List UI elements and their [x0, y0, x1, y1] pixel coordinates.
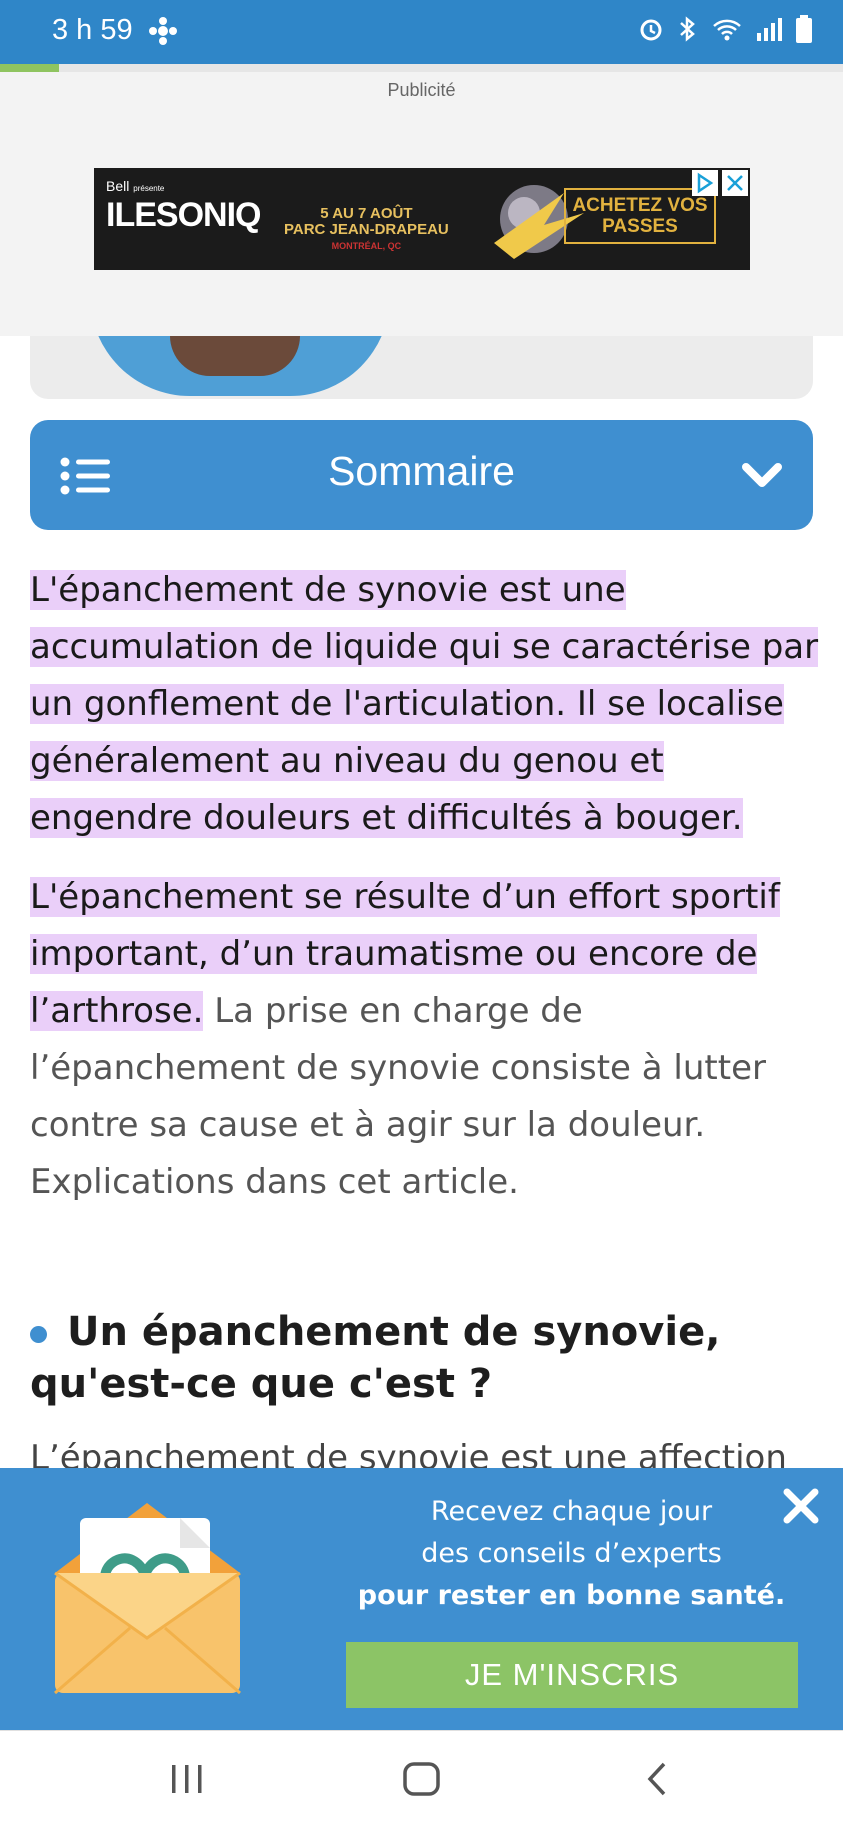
status-time: 3 h 59 [52, 14, 133, 46]
close-icon[interactable] [781, 1486, 821, 1530]
reading-progress-bar [0, 64, 843, 72]
summary-toggle[interactable]: Sommaire [30, 420, 813, 530]
ad-brand: Bell présente [106, 178, 165, 194]
envelope-heart-icon [50, 1493, 245, 1707]
alarm-icon [637, 15, 665, 47]
intro-paragraph-1: L'épanchement de synovie est une accumul… [30, 562, 820, 847]
home-icon[interactable] [402, 1761, 442, 1801]
ad-banner[interactable]: Bell présente ILESONIQ 5 AU 7 AOÛT PARC … [94, 168, 750, 270]
bullet-icon [30, 1325, 47, 1343]
intro-paragraph-2: L'épanchement se résulte d’un effort spo… [30, 869, 820, 1211]
cbc-radio-canada-icon [148, 16, 178, 50]
wifi-icon [711, 15, 743, 47]
chevron-down-icon[interactable] [741, 458, 783, 496]
adchoices-icon[interactable] [692, 170, 718, 200]
newsletter-line-2: des conseils d’experts [421, 1538, 722, 1569]
article-hero-image [30, 336, 813, 399]
recent-apps-icon[interactable] [170, 1761, 204, 1801]
ad-choices[interactable] [692, 170, 748, 200]
section-heading: Un épanchement de synovie, qu'est-ce que… [30, 1309, 721, 1407]
newsletter-line-3: pour rester en bonne santé. [357, 1580, 786, 1611]
ad-container: Publicité Bell présente ILESONIQ 5 AU 7 … [0, 72, 843, 336]
ad-close-icon[interactable] [722, 170, 748, 200]
status-bar: 3 h 59 [0, 0, 843, 64]
bluetooth-icon [677, 15, 699, 47]
back-icon[interactable] [642, 1761, 672, 1801]
newsletter-line-1: Recevez chaque jour [430, 1496, 713, 1527]
hero-skin [170, 336, 300, 376]
highlighted-text[interactable]: L'épanchement de synovie est une accumul… [30, 570, 819, 838]
battery-icon [795, 14, 813, 48]
ad-logo: ILESONIQ [106, 196, 261, 234]
article-intro: L'épanchement de synovie est une accumul… [30, 562, 820, 1211]
ad-dates: 5 AU 7 AOÛT PARC JEAN-DRAPEAU MONTRÉAL, … [284, 205, 449, 252]
summary-title: Sommaire [328, 448, 515, 494]
android-nav-bar [0, 1730, 843, 1828]
signup-button[interactable]: JE M'INSCRIS [346, 1642, 798, 1708]
newsletter-banner: Recevez chaque jour des conseils d’exper… [0, 1468, 843, 1730]
signal-icon [755, 15, 783, 47]
reading-progress-fill [0, 64, 59, 72]
ad-label: Publicité [387, 80, 456, 100]
